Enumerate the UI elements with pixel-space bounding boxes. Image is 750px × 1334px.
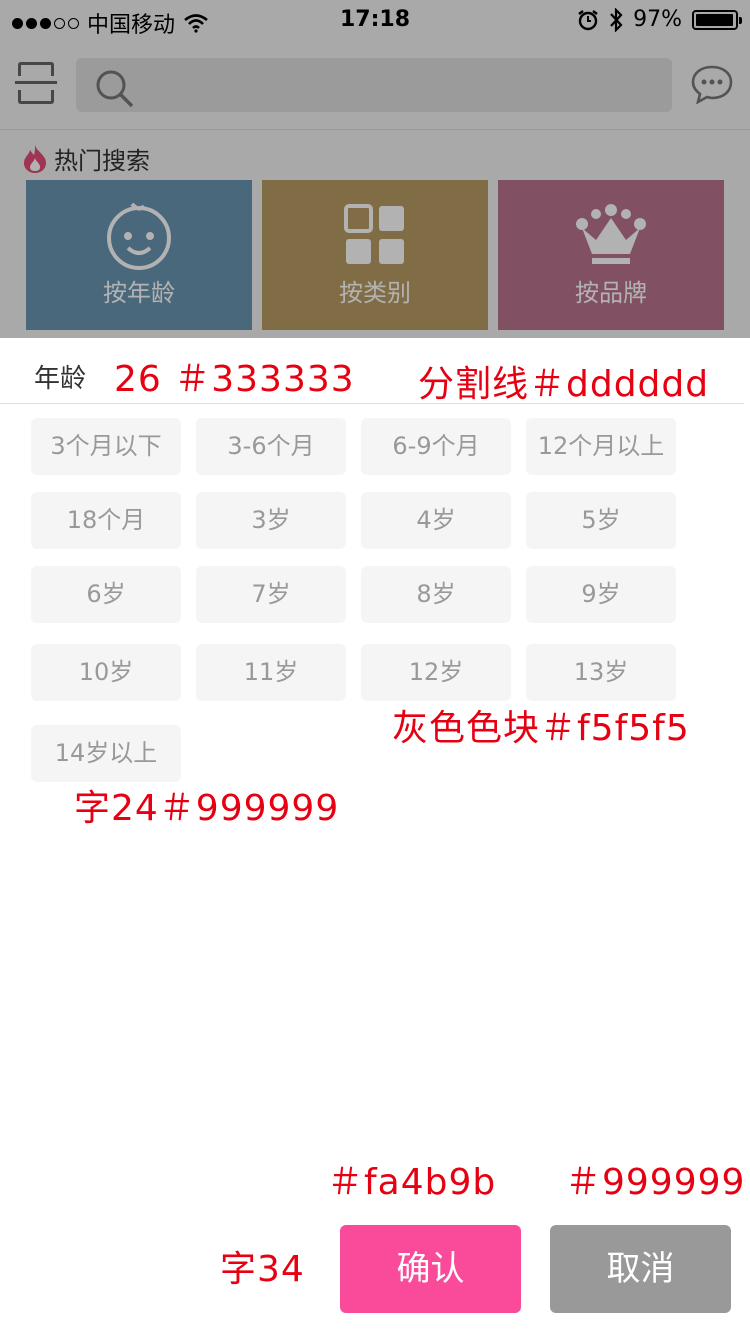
age-option-chip[interactable]: 3-6个月: [196, 418, 346, 475]
cancel-button[interactable]: 取消: [550, 1225, 731, 1313]
age-option-chip[interactable]: 14岁以上: [31, 725, 181, 782]
annotation-confirm-color: ＃fa4b9b: [327, 1162, 497, 1203]
age-option-chip[interactable]: 11岁: [196, 644, 346, 701]
age-option-chip[interactable]: 10岁: [31, 644, 181, 701]
age-option-chip[interactable]: 3岁: [196, 492, 346, 549]
age-option-chip[interactable]: 12个月以上: [526, 418, 676, 475]
annotation-button-text-spec: 字34: [220, 1249, 305, 1290]
annotation-cancel-color: ＃999999: [565, 1162, 746, 1203]
annotation-chip-spec: 灰色色块＃f5f5f5: [392, 708, 690, 749]
age-option-chip[interactable]: 6岁: [31, 566, 181, 623]
age-option-chip[interactable]: 5岁: [526, 492, 676, 549]
age-option-chip[interactable]: 4岁: [361, 492, 511, 549]
confirm-button[interactable]: 确认: [340, 1225, 521, 1313]
age-option-chip[interactable]: 13岁: [526, 644, 676, 701]
age-option-chip[interactable]: 6-9个月: [361, 418, 511, 475]
annotation-chip-text-spec: 字24＃999999: [74, 788, 340, 829]
panel-title: 年龄: [34, 364, 87, 394]
age-option-chip[interactable]: 9岁: [526, 566, 676, 623]
age-option-chip[interactable]: 7岁: [196, 566, 346, 623]
annotation-title-spec: 26 ＃333333: [114, 359, 355, 400]
age-option-chip[interactable]: 8岁: [361, 566, 511, 623]
age-option-chip[interactable]: 3个月以下: [31, 418, 181, 475]
modal-overlay[interactable]: [0, 0, 750, 340]
age-option-chip[interactable]: 12岁: [361, 644, 511, 701]
age-option-chip[interactable]: 18个月: [31, 492, 181, 549]
annotation-divider-spec: 分割线＃dddddd: [418, 364, 710, 405]
